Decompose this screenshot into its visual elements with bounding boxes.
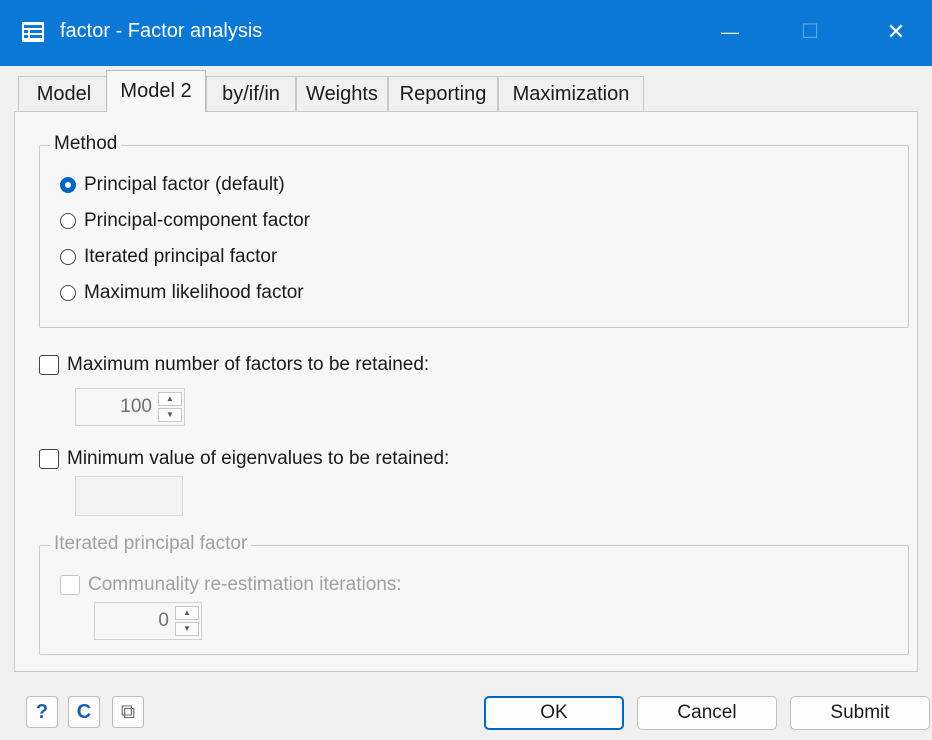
radio-label: Principal factor (default)	[84, 174, 285, 195]
communality-checkbox[interactable]	[60, 575, 80, 595]
communality-label: Communality re-estimation iterations:	[88, 574, 402, 595]
radio-principal-component-factor[interactable]: Principal-component factor	[60, 210, 310, 232]
help-icon[interactable]: ?	[26, 696, 58, 728]
tab-panel: Method Principal factor (default) Princi…	[14, 112, 918, 672]
minimize-button[interactable]: —	[712, 14, 748, 50]
spin-down-icon[interactable]: ▼	[158, 408, 182, 422]
dialog-footer: ? C ⧉ OK Cancel Submit	[0, 672, 932, 740]
spinner-arrows[interactable]: ▲ ▼	[158, 392, 182, 422]
tab-strip: Model Model 2 by/if/in Weights Reporting…	[0, 66, 932, 112]
radio-maximum-likelihood-factor[interactable]: Maximum likelihood factor	[60, 282, 304, 304]
communality-spinner[interactable]: 0 ▲ ▼	[94, 602, 202, 640]
iterated-group: Iterated principal factor Communality re…	[39, 533, 909, 655]
spinner-arrows[interactable]: ▲ ▼	[175, 606, 199, 636]
radio-icon[interactable]	[60, 285, 76, 301]
ok-button[interactable]: OK	[484, 696, 624, 730]
maximize-button[interactable]: ☐	[792, 14, 828, 50]
communality-option[interactable]: Communality re-estimation iterations:	[60, 574, 402, 596]
window-title: factor - Factor analysis	[60, 20, 263, 42]
radio-principal-factor[interactable]: Principal factor (default)	[60, 174, 285, 196]
tab-model[interactable]: Model	[18, 76, 110, 111]
communality-value: 0	[158, 610, 169, 631]
close-button[interactable]: ✕	[878, 14, 914, 50]
radio-label: Principal-component factor	[84, 210, 310, 231]
iterated-legend: Iterated principal factor	[50, 533, 252, 555]
spin-up-icon[interactable]: ▲	[175, 606, 199, 620]
tab-maximization[interactable]: Maximization	[498, 76, 644, 111]
max-factors-spinner[interactable]: 100 ▲ ▼	[75, 388, 185, 426]
cancel-button[interactable]: Cancel	[637, 696, 777, 730]
spin-down-icon[interactable]: ▼	[175, 622, 199, 636]
radio-label: Iterated principal factor	[84, 246, 278, 267]
min-eigenvalues-input[interactable]	[75, 476, 183, 516]
radio-icon[interactable]	[60, 213, 76, 229]
tab-model-2[interactable]: Model 2	[106, 70, 206, 112]
tab-by-if-in[interactable]: by/if/in	[206, 76, 296, 111]
reset-icon[interactable]: C	[68, 696, 100, 728]
min-eigenvalues-label: Minimum value of eigenvalues to be retai…	[67, 448, 450, 469]
min-eigenvalues-option[interactable]: Minimum value of eigenvalues to be retai…	[39, 448, 449, 470]
copy-icon[interactable]: ⧉	[112, 696, 144, 728]
submit-button[interactable]: Submit	[790, 696, 930, 730]
method-legend: Method	[50, 133, 122, 155]
radio-icon[interactable]	[60, 249, 76, 265]
radio-iterated-principal-factor[interactable]: Iterated principal factor	[60, 246, 277, 268]
max-factors-label: Maximum number of factors to be retained…	[67, 354, 430, 375]
tab-reporting[interactable]: Reporting	[388, 76, 498, 111]
radio-label: Maximum likelihood factor	[84, 282, 304, 303]
app-icon	[22, 22, 44, 42]
radio-selected-icon[interactable]	[60, 177, 76, 193]
method-group: Method Principal factor (default) Princi…	[39, 133, 909, 328]
max-factors-checkbox[interactable]	[39, 355, 59, 375]
tab-weights[interactable]: Weights	[296, 76, 388, 111]
spin-up-icon[interactable]: ▲	[158, 392, 182, 406]
max-factors-option[interactable]: Maximum number of factors to be retained…	[39, 354, 429, 376]
title-bar: factor - Factor analysis — ☐ ✕	[0, 0, 932, 66]
max-factors-value: 100	[120, 396, 152, 417]
min-eigenvalues-checkbox[interactable]	[39, 449, 59, 469]
